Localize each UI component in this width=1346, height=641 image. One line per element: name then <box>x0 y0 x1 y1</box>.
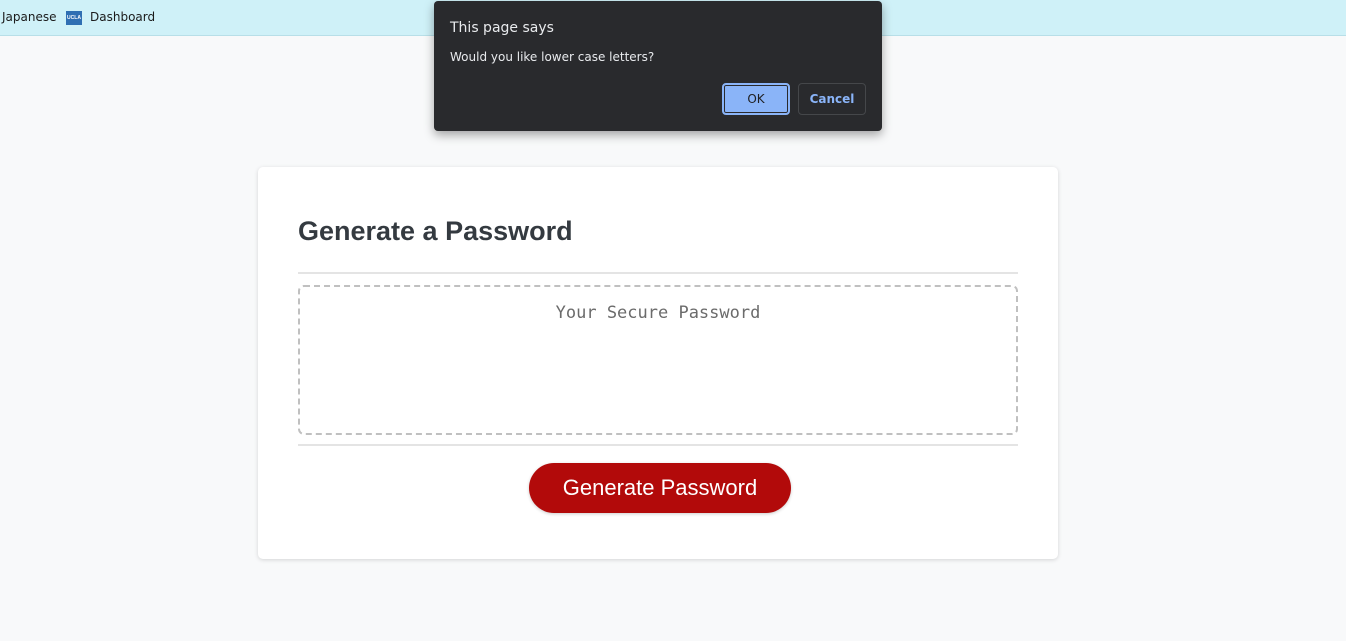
alert-dialog: This page says Would you like lower case… <box>434 1 882 131</box>
divider-bottom <box>298 444 1018 446</box>
generate-password-button[interactable]: Generate Password <box>529 463 791 513</box>
bookmark-dashboard[interactable]: Dashboard <box>90 10 155 24</box>
divider-top <box>298 272 1018 274</box>
cancel-button[interactable]: Cancel <box>798 83 866 115</box>
dialog-message: Would you like lower case letters? <box>450 50 655 64</box>
page-title: Generate a Password <box>298 216 573 246</box>
password-output[interactable] <box>298 285 1018 435</box>
dialog-title: This page says <box>450 20 554 36</box>
ucla-icon[interactable]: UCLA <box>66 11 82 25</box>
bookmark-japanese[interactable]: Japanese <box>2 10 57 24</box>
password-card: Generate a Password Generate Password <box>258 167 1058 559</box>
ok-button[interactable]: OK <box>722 83 790 115</box>
